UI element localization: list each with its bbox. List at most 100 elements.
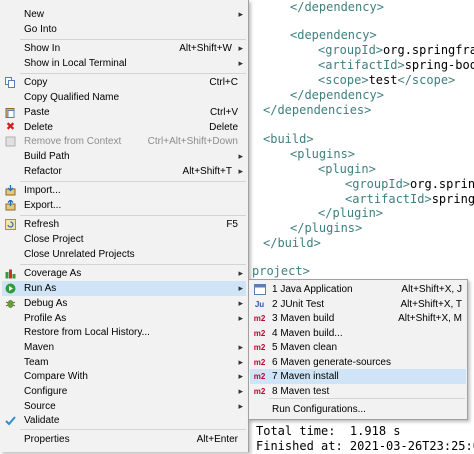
code-line: </dependency>: [290, 88, 384, 102]
submenu-item-maven-generate-sources[interactable]: m2 6 Maven generate-sources: [250, 355, 466, 370]
menu-item-shortcut: F5: [226, 219, 238, 230]
menu-item-team[interactable]: Team ▸: [2, 355, 246, 370]
menu-item-close-project[interactable]: Close Project: [2, 232, 246, 247]
menu-item-label: Debug As: [24, 298, 68, 309]
menu-item-shortcut: Ctrl+V: [209, 107, 238, 118]
menu-item-show-in[interactable]: Show In Alt+Shift+W ▸: [2, 41, 246, 56]
maven-m2-icon: m2: [253, 372, 266, 381]
submenu-item-label: 8 Maven test: [272, 386, 330, 397]
menu-item-delete[interactable]: ✖ Delete Delete: [2, 120, 246, 135]
submenu-item-maven-test[interactable]: m2 8 Maven test: [250, 384, 466, 399]
menu-item-shortcut: Ctrl+C: [209, 77, 238, 88]
menu-item-build-path[interactable]: Build Path ▸: [2, 149, 246, 164]
menu-item-go-into[interactable]: Go Into: [2, 22, 246, 37]
paste-icon: [5, 107, 16, 118]
maven-m2-icon: m2: [253, 358, 266, 367]
menu-item-maven[interactable]: Maven ▸: [2, 340, 246, 355]
menu-item-restore-local-history[interactable]: Restore from Local History...: [2, 325, 246, 340]
menu-item-refresh[interactable]: Refresh F5: [2, 217, 246, 232]
submenu-arrow-icon: ▸: [238, 371, 243, 381]
menu-item-label: Coverage As: [24, 268, 82, 279]
submenu-item-maven-install[interactable]: m2 7 Maven install: [250, 369, 466, 384]
menu-item-import[interactable]: Import...: [2, 183, 246, 198]
remove-context-icon: [5, 136, 16, 147]
submenu-arrow-icon: ▸: [238, 298, 243, 308]
code-line: <scope>test</scope>: [318, 73, 456, 87]
menu-item-shortcut: Alt+Enter: [196, 434, 238, 445]
submenu-item-maven-clean[interactable]: m2 5 Maven clean: [250, 340, 466, 355]
menu-item-close-unrelated-projects[interactable]: Close Unrelated Projects: [2, 247, 246, 262]
code-line: <artifactId>spring-: [345, 192, 474, 206]
submenu-item-label: 2 JUnit Test: [272, 299, 325, 310]
junit-icon: Ju: [254, 300, 265, 309]
submenu-arrow-icon: ▸: [238, 9, 243, 19]
menu-item-shortcut: Ctrl+Alt+Shift+Down: [147, 136, 238, 147]
code-line: <groupId>org.spring-: [345, 177, 474, 191]
menu-item-copy[interactable]: Copy Ctrl+C: [2, 75, 246, 90]
submenu-arrow-icon: ▸: [238, 342, 243, 352]
menu-item-compare-with[interactable]: Compare With ▸: [2, 369, 246, 384]
menu-item-label: Close Project: [24, 234, 84, 245]
menu-item-export[interactable]: Export...: [2, 198, 246, 213]
submenu-item-label: 1 Java Application: [272, 284, 353, 295]
menu-item-debug-as[interactable]: Debug As ▸: [2, 296, 246, 311]
menu-item-validate[interactable]: Validate: [2, 413, 246, 428]
code-line: <build>: [263, 132, 314, 146]
run-icon: [5, 283, 16, 294]
submenu-item-maven-build-dialog[interactable]: m2 4 Maven build...: [250, 326, 466, 341]
maven-m2-icon: m2: [253, 343, 266, 352]
menu-item-show-in-local-terminal[interactable]: Show in Local Terminal ▸: [2, 56, 246, 71]
code-line: <groupId>org.springframe: [318, 43, 474, 57]
submenu-arrow-icon: ▸: [238, 151, 243, 161]
menu-item-source[interactable]: Source ▸: [2, 399, 246, 414]
submenu-item-java-application[interactable]: 1 Java Application Alt+Shift+X, J: [250, 282, 466, 297]
submenu-arrow-icon: ▸: [238, 166, 243, 176]
menu-separator: [269, 398, 465, 399]
menu-item-label: Go Into: [24, 24, 57, 35]
code-line: <plugin>: [318, 162, 376, 176]
menu-item-shortcut: Alt+Shift+T: [182, 166, 232, 177]
menu-item-profile-as[interactable]: Profile As ▸: [2, 311, 246, 326]
submenu-item-label: 5 Maven clean: [272, 342, 338, 353]
console-total-time: Total time: 1.918 s: [256, 424, 401, 438]
menu-item-configure[interactable]: Configure ▸: [2, 384, 246, 399]
submenu-item-run-configurations[interactable]: Run Configurations...: [250, 402, 466, 417]
menu-item-properties[interactable]: Properties Alt+Enter: [2, 432, 246, 447]
menu-item-label: Refresh: [24, 219, 60, 230]
maven-m2-icon: m2: [253, 314, 266, 323]
menu-item-label: Close Unrelated Projects: [24, 249, 135, 260]
menu-item-new[interactable]: New ▸: [2, 7, 246, 22]
export-icon: [5, 200, 16, 211]
code-line: </dependency>: [290, 0, 384, 14]
menu-item-shortcut: Alt+Shift+W: [179, 43, 232, 54]
submenu-item-maven-build[interactable]: m2 3 Maven build Alt+Shift+X, M: [250, 311, 466, 326]
menu-separator: [20, 39, 246, 40]
coverage-icon: [5, 268, 16, 279]
submenu-item-label: 6 Maven generate-sources: [272, 357, 391, 368]
menu-item-label: Restore from Local History...: [24, 327, 150, 338]
code-line: <artifactId>spring-boot: [318, 58, 474, 72]
menu-item-copy-qualified-name[interactable]: Copy Qualified Name: [2, 90, 246, 105]
menu-item-label: Paste: [24, 107, 50, 118]
menu-item-paste[interactable]: Paste Ctrl+V: [2, 105, 246, 120]
menu-item-label: Copy Qualified Name: [24, 92, 120, 103]
menu-item-label: Import...: [24, 185, 61, 196]
submenu-item-junit-test[interactable]: Ju 2 JUnit Test Alt+Shift+X, T: [250, 297, 466, 312]
menu-item-label: Remove from Context: [24, 136, 122, 147]
menu-item-label: Export...: [24, 200, 62, 211]
menu-item-coverage-as[interactable]: Coverage As ▸: [2, 266, 246, 281]
submenu-item-label: 7 Maven install: [272, 371, 339, 382]
maven-m2-icon: m2: [253, 329, 266, 338]
submenu-item-shortcut: Alt+Shift+X, J: [401, 284, 462, 295]
menu-item-label: Refactor: [24, 166, 62, 177]
menu-item-run-as[interactable]: Run As ▸: [2, 281, 246, 296]
submenu-arrow-icon: ▸: [238, 401, 243, 411]
menu-item-refactor[interactable]: Refactor Alt+Shift+T ▸: [2, 164, 246, 179]
menu-item-label: Validate: [24, 415, 60, 426]
menu-item-label: Maven: [24, 342, 55, 353]
submenu-arrow-icon: ▸: [238, 283, 243, 293]
import-icon: [5, 185, 16, 196]
menu-item-label: Profile As: [24, 313, 67, 324]
menu-item-label: Show in Local Terminal: [24, 58, 127, 69]
submenu-item-label: Run Configurations...: [272, 404, 366, 415]
